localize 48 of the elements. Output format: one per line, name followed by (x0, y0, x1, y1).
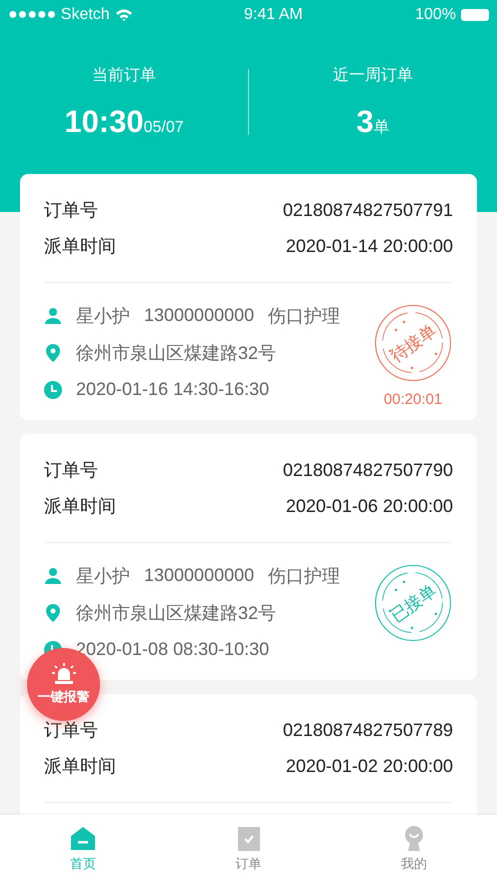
dispatch-time: 2020-01-02 20:00:00 (286, 756, 453, 776)
phone-number: 13000000000 (144, 565, 254, 586)
home-icon (70, 825, 96, 851)
order-number-label: 订单号 (44, 719, 98, 742)
patient-name: 星小护 (76, 564, 130, 588)
tab-bar-item[interactable]: 订单 (166, 815, 332, 883)
stat-value: 3 (356, 104, 374, 140)
tab-bar-item[interactable]: 我的 (331, 815, 497, 883)
order-number-label: 订单号 (44, 199, 98, 222)
order-number: 02180874827507789 (282, 720, 453, 740)
stat-unit: 05/07 (144, 118, 184, 136)
order-card[interactable]: 订单号 02180874827507791 派单时间 2020-01-14 20:00:00 星小护 13000000000 伤口护理 徐州市泉山区煤建路32号 2020-01-16 14:30-16:30 待接单 00:20:01 (20, 174, 477, 420)
battery-icon (461, 9, 489, 21)
dispatch-time: 2020-01-06 20:00:00 (286, 496, 453, 516)
stat-unit: 单 (374, 118, 390, 138)
patient-name: 星小护 (76, 304, 130, 328)
dispatch-time-label: 派单时间 (44, 235, 116, 258)
stat-value: 10:30 (64, 104, 144, 140)
service-type: 伤口护理 (268, 304, 340, 328)
siren-icon (50, 663, 76, 685)
tab-bar-item[interactable]: 首页 (0, 815, 166, 883)
order-number-label: 订单号 (44, 459, 98, 482)
dispatch-time: 2020-01-14 20:00:00 (286, 236, 453, 256)
person-icon (44, 566, 62, 584)
location-pin-icon (44, 344, 62, 362)
appointment-time: 2020-01-16 14:30-16:30 (76, 379, 270, 400)
countdown-timer: 00:20:01 (384, 391, 442, 408)
clock-time: 9:41 AM (244, 6, 303, 24)
order-number: 02180874827507791 (282, 200, 453, 220)
address: 徐州市泉山区煤建路32号 (76, 602, 276, 624)
clock-icon (44, 380, 62, 398)
order-card[interactable]: 订单号 02180874827507790 派单时间 2020-01-06 20:00:00 星小护 13000000000 伤口护理 徐州市泉山区煤建路32号 2020-01-08 08:30-10:30 已接单 (20, 434, 477, 680)
dispatch-time-label: 派单时间 (44, 495, 116, 518)
person-icon (44, 306, 62, 324)
location-pin-icon (44, 604, 62, 622)
status-stamp: 已接单 (375, 565, 451, 641)
service-type: 伤口护理 (268, 564, 340, 588)
address: 徐州市泉山区煤建路32号 (76, 342, 276, 364)
battery-percentage: 100% (415, 6, 456, 24)
checkbox-icon (236, 825, 262, 851)
status-stamp: 待接单 (375, 305, 451, 381)
phone-number: 13000000000 (144, 305, 254, 326)
stat-label: 近一周订单 (333, 66, 413, 86)
order-number: 02180874827507790 (282, 460, 453, 480)
carrier-name: ●●●●● Sketch (8, 6, 110, 24)
wifi-icon (116, 9, 132, 21)
dispatch-time-label: 派单时间 (44, 755, 116, 778)
stat-label: 当前订单 (92, 66, 156, 86)
